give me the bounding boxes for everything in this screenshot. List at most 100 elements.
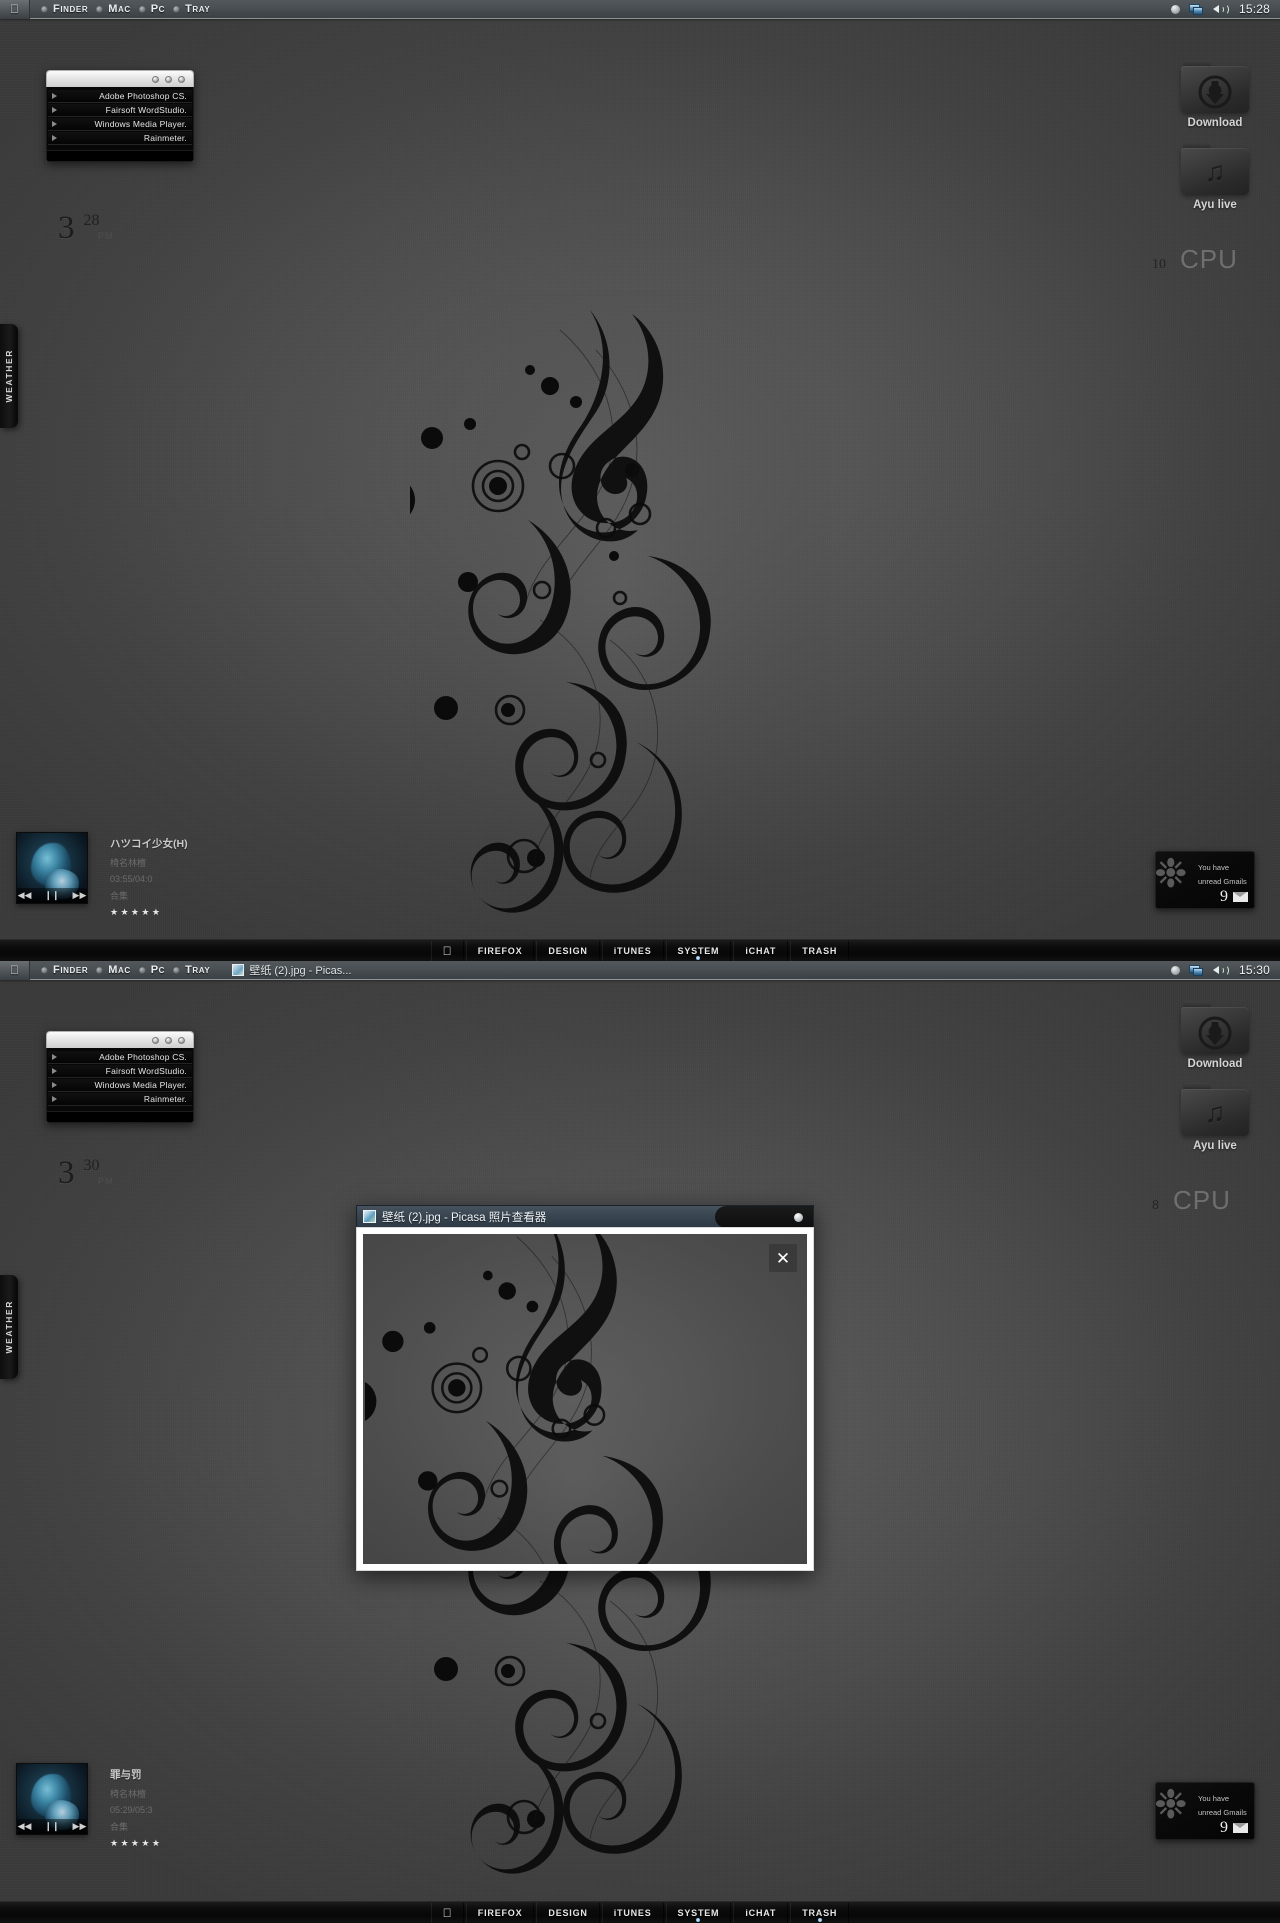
desktop-icon-ayu-live[interactable]: ♫ Ayu live [1160,1083,1270,1152]
menu-item-mac[interactable]: Mac [92,3,135,15]
envelope-icon [1233,892,1248,902]
dock-item-firefox[interactable]: FIREFOX [465,1902,535,1923]
desktop-icon-label: Download [1187,117,1243,129]
desktop-icon-ayu-live[interactable]: ♫ Ayu live [1160,142,1270,211]
launcher-menu-widget[interactable]: Adobe Photoshop CS. Fairsoft WordStudio.… [46,70,194,162]
next-track-icon[interactable]: ▶▶ [73,1822,87,1831]
track-title: ハツコイ少女(H) [110,838,188,850]
taskbar-window-button[interactable]: 壁纸 (2).jpg - Picas... [230,962,357,978]
launcher-item[interactable]: Fairsoft WordStudio. [48,104,192,117]
prev-track-icon[interactable]: ◀◀ [18,891,32,900]
bullet-icon [96,966,104,974]
dock-item-label: DESIGN [543,1907,587,1918]
apple-menu-button[interactable]:  [0,961,30,980]
launcher-item[interactable]: Rainmeter. [48,132,192,145]
dock-item-firefox[interactable]: FIREFOX [465,940,535,961]
dock:  FIREFOX DESIGN iTUNES SYSTEM iCHAT TRA… [0,939,1280,961]
launcher-item-label: Rainmeter. [143,1094,187,1104]
track-album: 合集 [110,891,129,901]
gmail-count-area: 9 [1220,889,1248,905]
desktop-panel-2:  Finder Mac Pc Tray 壁纸 (2).jpg - Picas.… [0,961,1280,1923]
picasa-viewer-window[interactable]: 壁纸 (2).jpg - Picasa 照片查看器 ✕ [356,1205,814,1571]
pause-icon[interactable]: ❙❙ [44,1822,59,1831]
dock-item-label: SYSTEM [673,1907,719,1918]
launcher-item[interactable]: Rainmeter. [48,1093,192,1106]
dock-item-apple[interactable]:  [430,1902,464,1923]
dock-item-label: iCHAT [740,1907,775,1918]
gmail-widget[interactable]: ❉ You have unread Gmails 9 [1155,1782,1255,1840]
dock-item-itunes[interactable]: iTUNES [601,940,664,961]
desktop-icon-download[interactable]: ● Download [1160,60,1270,129]
track-title: 罪与罚 [110,1769,142,1781]
menu-item-pc[interactable]: Pc [135,3,169,15]
envelope-icon [1233,1823,1248,1833]
menu-item-label: Pc [150,3,166,15]
clock[interactable]: 15:30 [1239,963,1270,977]
status-dot-icon[interactable] [1170,965,1180,975]
dock-item-ichat[interactable]: iCHAT [733,940,789,961]
window-dot-icon[interactable] [152,75,159,83]
dock-item-itunes[interactable]: iTUNES [601,1902,664,1923]
window-dot-icon[interactable] [165,75,172,83]
launcher-item[interactable]: Adobe Photoshop CS. [48,90,192,103]
dock-item-system[interactable]: SYSTEM [665,940,732,961]
status-dot-icon[interactable] [1170,4,1180,14]
desktop-icon-download[interactable]: ● Download [1160,1001,1270,1070]
network-icon[interactable] [1188,964,1204,977]
weather-sidebar-tab[interactable]: Weather [0,1275,18,1379]
gmail-text: You have unread Gmails [1198,1792,1247,1821]
image-canvas[interactable]: ✕ [363,1234,807,1564]
menu-item-finder[interactable]: Finder [37,964,92,976]
music-player-widget[interactable]: ◀◀ ❙❙ ▶▶ 罪与罚 椅名林檀 05:29/05:3 合集 ★★★★★ [16,1763,162,1849]
launcher-item[interactable]: Adobe Photoshop CS. [48,1051,192,1064]
pause-icon[interactable]: ❙❙ [44,891,59,900]
apple-menu-button[interactable]:  [0,0,30,19]
menu-item-mac[interactable]: Mac [92,964,135,976]
launcher-menu-widget[interactable]: Adobe Photoshop CS. Fairsoft WordStudio.… [46,1031,194,1123]
window-dot-icon[interactable] [152,1036,159,1044]
launcher-item[interactable]: Windows Media Player. [48,1079,192,1092]
dock-item-trash[interactable]: TRASH [790,1902,850,1923]
desktop-icon-label: Ayu live [1193,1140,1237,1152]
volume-icon[interactable] [1212,964,1230,977]
launcher-item[interactable]: Windows Media Player. [48,118,192,131]
track-rating[interactable]: ★★★★★ [110,907,188,918]
gmail-line-1: You have [1198,1794,1230,1803]
menu-item-tray[interactable]: Tray [169,964,214,976]
menu-item-finder[interactable]: Finder [37,3,92,15]
close-icon[interactable]: ✕ [769,1244,797,1272]
window-dot-icon[interactable] [178,75,185,83]
launcher-item-label: Windows Media Player. [94,1080,187,1090]
dock-item-design[interactable]: DESIGN [536,1902,600,1923]
gmail-widget[interactable]: ❉ You have unread Gmails 9 [1155,851,1255,909]
window-dot-icon[interactable] [178,1036,185,1044]
dock-item-system[interactable]: SYSTEM [665,1902,732,1923]
window-control-dot-icon[interactable] [794,1213,803,1222]
volume-icon[interactable] [1212,3,1230,16]
launcher-item-label: Adobe Photoshop CS. [99,1052,187,1062]
network-icon[interactable] [1188,3,1204,16]
dock-item-design[interactable]: DESIGN [536,940,600,961]
menu-bar:  Finder Mac Pc Tray 壁纸 (2).jpg - Picas.… [0,961,1280,980]
clock[interactable]: 15:28 [1239,2,1270,16]
dock:  FIREFOX DESIGN iTUNES SYSTEM iCHAT TRA… [0,1901,1280,1923]
menu-item-pc[interactable]: Pc [135,964,169,976]
dock-item-apple[interactable]:  [430,940,464,961]
next-track-icon[interactable]: ▶▶ [73,891,87,900]
date-meridiem: PM [98,231,114,241]
track-rating[interactable]: ★★★★★ [110,1838,162,1849]
dock-item-trash[interactable]: TRASH [790,940,850,961]
window-dot-icon[interactable] [165,1036,172,1044]
track-time: 05:29/05:3 [110,1805,153,1815]
date-widget: 3 28 PM [58,212,113,245]
menu-item-tray[interactable]: Tray [169,3,214,15]
cpu-value: 10 [1152,257,1166,272]
prev-track-icon[interactable]: ◀◀ [18,1822,32,1831]
dock-item-label: iCHAT [740,945,775,956]
dock-item-ichat[interactable]: iCHAT [733,1902,789,1923]
launcher-item[interactable]: Fairsoft WordStudio. [48,1065,192,1078]
weather-sidebar-tab[interactable]: Weather [0,324,18,428]
music-player-widget[interactable]: ◀◀ ❙❙ ▶▶ ハツコイ少女(H) 椅名林檀 03:55/04:0 合集 ★★… [16,832,188,918]
album-art: ◀◀ ❙❙ ▶▶ [16,832,88,904]
window-titlebar[interactable]: 壁纸 (2).jpg - Picasa 照片查看器 [356,1205,814,1227]
